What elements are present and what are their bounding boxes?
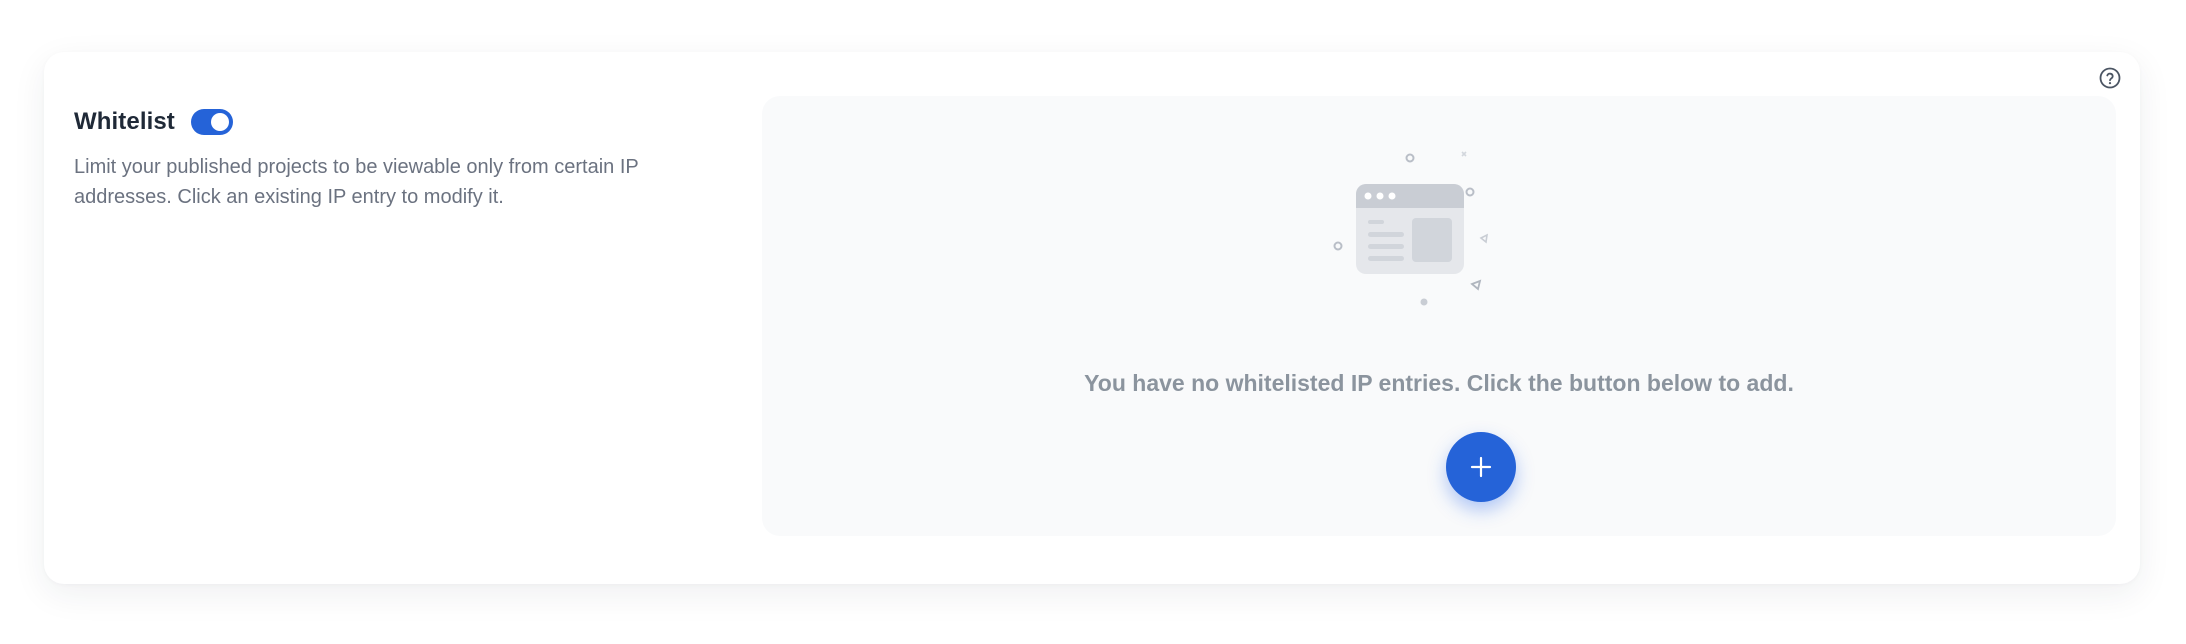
whitelist-title: Whitelist — [74, 108, 175, 135]
question-circle-icon — [2099, 67, 2121, 89]
help-button[interactable] — [2096, 64, 2124, 92]
whitelist-settings: Whitelist Limit your published projects … — [74, 106, 734, 212]
title-row: Whitelist — [74, 106, 734, 138]
whitelist-description: Limit your published projects to be view… — [74, 156, 639, 208]
browser-window-icon — [1333, 151, 1489, 306]
add-ip-entry-button[interactable] — [1446, 432, 1516, 502]
whitelist-card: Whitelist Limit your published projects … — [44, 52, 2140, 584]
empty-state-message: You have no whitelisted IP entries. Clic… — [1084, 370, 1794, 396]
toggle-knob — [210, 113, 229, 131]
whitelist-toggle[interactable] — [190, 109, 233, 135]
empty-state-panel: You have no whitelisted IP entries. Clic… — [762, 96, 2116, 536]
plus-icon — [1470, 456, 1492, 478]
